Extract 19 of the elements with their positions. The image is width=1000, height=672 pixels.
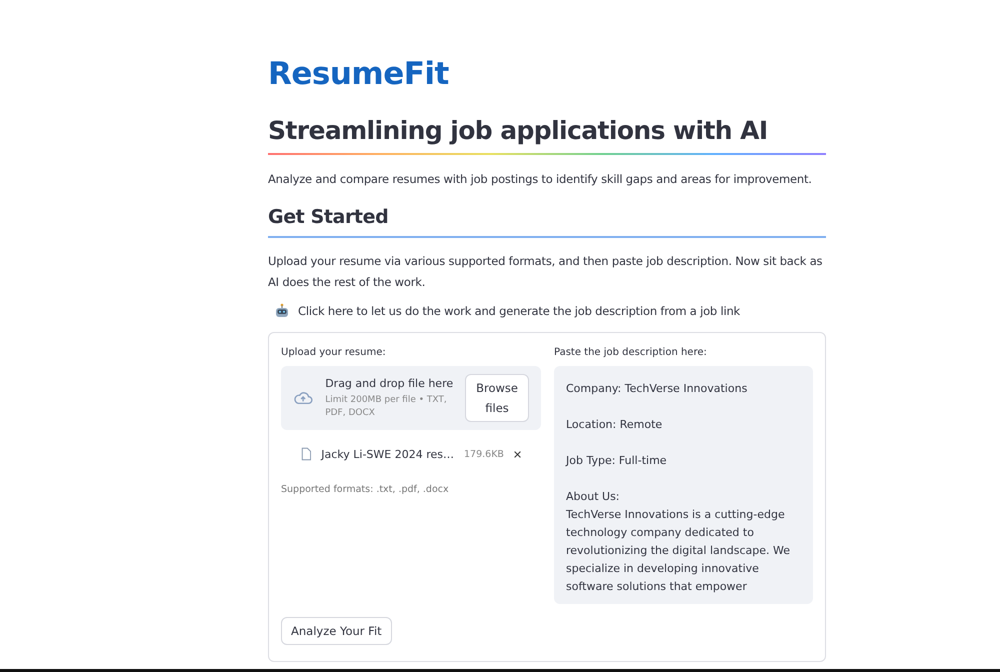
robot-icon (274, 303, 290, 319)
expander-header[interactable]: Click here to let us do the work and generate the job description from a job link (268, 303, 826, 319)
app-title: ResumeFit (268, 56, 450, 92)
dropzone[interactable]: Drag and drop file here Limit 200MB per file • TXT, PDF, DOCX Browse files (281, 366, 541, 430)
supported-formats-caption: Supported formats: .txt, .pdf, .docx (281, 484, 450, 495)
job-description-field[interactable]: Company: TechVerse Innovations Location: Remote Job Type: Full-time About Us: TechVerse Innovations is a cutting-edge technology company dedicated to revolutionizing the digital landscape. We specialize in developing innovative software solutions that empower (554, 366, 813, 604)
job-description-label: Paste the job description here: (554, 347, 708, 358)
browse-files-button[interactable]: Browse files (465, 374, 529, 422)
file-size: 179.6KB (464, 448, 504, 460)
upload-label: Upload your resume: (281, 347, 387, 358)
intro-text: Analyze and compare resumes with job postings to identify skill gaps and areas for improvement. (268, 171, 813, 188)
drop-title: Drag and drop file here (325, 376, 454, 390)
section-title: Get Started (268, 206, 390, 228)
close-icon[interactable] (514, 448, 521, 460)
file-name: Jacky Li-SWE 2024 res… (321, 448, 454, 460)
page-heading: Streamlining job applications with AI (268, 116, 769, 145)
instructions-text: Upload your resume via various supported formats, and then paste job description. Now sit back as AI does the rest of the work. (268, 253, 824, 291)
analyze-button[interactable]: Analyze Your Fit (281, 617, 392, 645)
limit-text: Limit 200MB per file • TXT, PDF, DOCX (325, 394, 448, 420)
